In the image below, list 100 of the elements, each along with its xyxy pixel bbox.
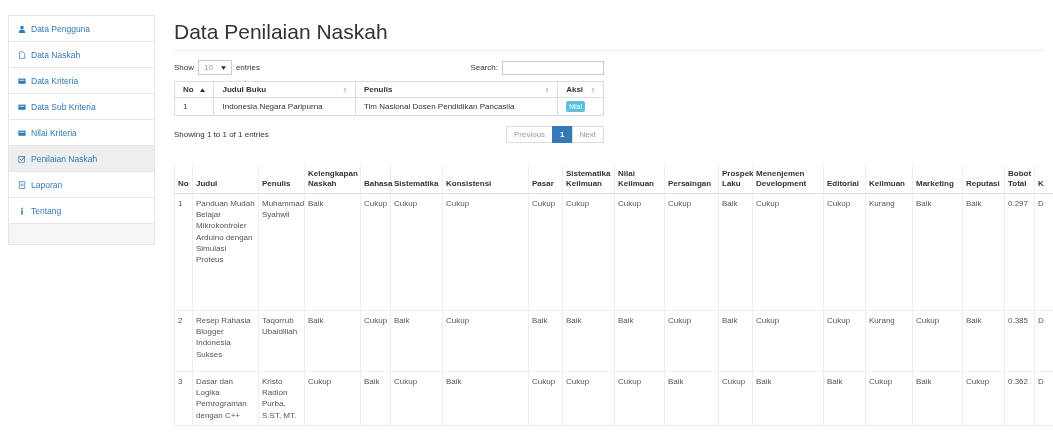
column-header: No — [174, 165, 193, 194]
table-cell: Baik — [442, 371, 529, 426]
table-cell: Baik — [718, 193, 753, 311]
table-cell: Muhammad Syahwil — [258, 193, 305, 311]
column-header[interactable]: Penulis — [355, 81, 558, 98]
column-header: Keilmuan — [865, 165, 913, 194]
table-cell: 2 — [174, 310, 193, 372]
page-size-select[interactable]: 10 — [198, 60, 232, 75]
checkbox-icon — [18, 154, 26, 163]
table-cell: Baik — [304, 310, 361, 372]
table-cell: Indonesia Negara Paripurna — [213, 97, 356, 116]
table-cell: Baik — [360, 371, 391, 426]
table-cell: Kurang — [865, 193, 913, 311]
table-cell: 0.297 — [1004, 193, 1035, 311]
caret-icon — [220, 65, 226, 70]
sidebar-item[interactable]: Data Pengguna — [9, 16, 154, 42]
table-cell: Tim Nasional Dosen Pendidikan Pancasila — [355, 97, 558, 116]
column-header: Persaingan — [664, 165, 719, 194]
table-cell: Cukup — [718, 371, 753, 426]
sidebar-item[interactable]: Tentang — [9, 198, 154, 224]
sidebar-item[interactable]: Penilaian Naskah — [9, 146, 154, 172]
table-cell: Cukup — [912, 310, 963, 372]
table-cell: 0.385 — [1004, 310, 1035, 372]
column-header: Sistematika Keilmuan — [562, 165, 615, 194]
column-header: Prospek Laku — [718, 165, 753, 194]
sidebar-item[interactable]: Nilai Kriteria — [9, 120, 154, 146]
table-cell: Cukup — [823, 310, 866, 372]
search-field[interactable] — [502, 60, 604, 75]
show-label: Show — [174, 63, 194, 72]
table-cell: Cukup — [528, 371, 563, 426]
table-cell: Cukup — [664, 193, 719, 311]
user-icon — [18, 24, 26, 33]
table-cell: Baik — [304, 193, 361, 311]
table-cell: Cukup — [752, 310, 824, 372]
table-cell: Baik — [962, 310, 1005, 372]
table-cell: Cukup — [664, 310, 719, 372]
table-cell: Baik — [912, 193, 963, 311]
column-header: Judul — [192, 165, 259, 194]
table-cell: Baik — [962, 193, 1005, 311]
column-header[interactable]: No — [174, 81, 214, 98]
column-header: Bahasa — [360, 165, 391, 194]
sidebar-item[interactable]: Data Kriteria — [9, 68, 154, 94]
card-icon — [18, 128, 26, 137]
table-cell: Baik — [823, 371, 866, 426]
table-cell: Cukup — [528, 193, 563, 311]
column-header: Penulis — [258, 165, 305, 194]
table-cell: Baik — [562, 310, 615, 372]
sidebar-item[interactable]: Data Sub Kriteria — [9, 94, 154, 120]
table-cell: Baik — [752, 371, 824, 426]
table-cell: 1 — [174, 193, 193, 311]
table-cell: Cukup — [865, 371, 913, 426]
card-icon — [18, 76, 26, 85]
table-cell: Dasar dan Logika Pemrograman dengan C++ — [192, 371, 259, 426]
table-cell: Baik — [912, 371, 963, 426]
table-cell: Cukup — [752, 193, 824, 311]
sidebar-item[interactable]: Data Naskah — [9, 42, 154, 68]
table-cell: Taqorrub Ubaidillah — [258, 310, 305, 372]
column-header[interactable]: Aksi — [557, 81, 604, 98]
info-icon — [18, 206, 26, 215]
entries-label: entries — [235, 63, 260, 72]
table-cell: 3 — [174, 371, 193, 426]
entries-info: Showing 1 to 1 of 1 entries — [174, 130, 269, 139]
column-header: K — [1034, 165, 1053, 194]
pagination-button[interactable]: 1 — [552, 126, 573, 143]
table-cell: 1 — [174, 97, 214, 116]
table-cell: Kurang — [865, 310, 913, 372]
file-icon — [18, 50, 26, 59]
table-cell: Cukup — [562, 371, 615, 426]
column-header: Editorial — [823, 165, 866, 194]
table-cell: Cukup — [823, 193, 866, 311]
table-cell: Kristo Radion Purba, S.ST, MT. — [258, 371, 305, 426]
document-icon — [18, 180, 26, 189]
column-header: Marketing — [912, 165, 963, 194]
table-cell: Cukup — [304, 371, 361, 426]
table-cell: Resep Rahasia Blogger Indonesia Sukses — [192, 310, 259, 372]
sidebar-item[interactable]: Laporan — [9, 172, 154, 198]
column-header: Bobot Total — [1004, 165, 1035, 194]
column-header: Menenjemen Development — [752, 165, 824, 194]
table-cell: 0.362 — [1004, 371, 1035, 426]
table-cell: Baik — [664, 371, 719, 426]
column-header[interactable]: Judul Buku — [213, 81, 356, 98]
column-header: Reputasi — [962, 165, 1005, 194]
table-cell: Baik — [718, 310, 753, 372]
table-cell: Cukup — [390, 193, 443, 311]
table-cell: Cukup — [614, 371, 665, 426]
table-cell: Cukup — [360, 310, 391, 372]
table-cell: Cukup — [442, 193, 529, 311]
table-cell: Cukup — [390, 371, 443, 426]
table-cell: Panduan Mudah Belajar Mikrokontroler Arduino dengan Simulasi Proteus — [192, 193, 259, 311]
column-header: Kelengkapan Naskah — [304, 165, 361, 194]
table-cell: Baik — [614, 310, 665, 372]
card-icon — [18, 102, 26, 111]
table-cell: Baik — [390, 310, 443, 372]
table-cell: Cukup — [562, 193, 615, 311]
table-cell: Cukup — [614, 193, 665, 311]
table-cell: Baik — [528, 310, 563, 372]
column-header: Nilai Keilmuan — [614, 165, 665, 194]
table-cell: Cukup — [962, 371, 1005, 426]
table-cell: Cukup — [360, 193, 391, 311]
page-title: Data Penilaian Naskah — [174, 20, 1045, 51]
